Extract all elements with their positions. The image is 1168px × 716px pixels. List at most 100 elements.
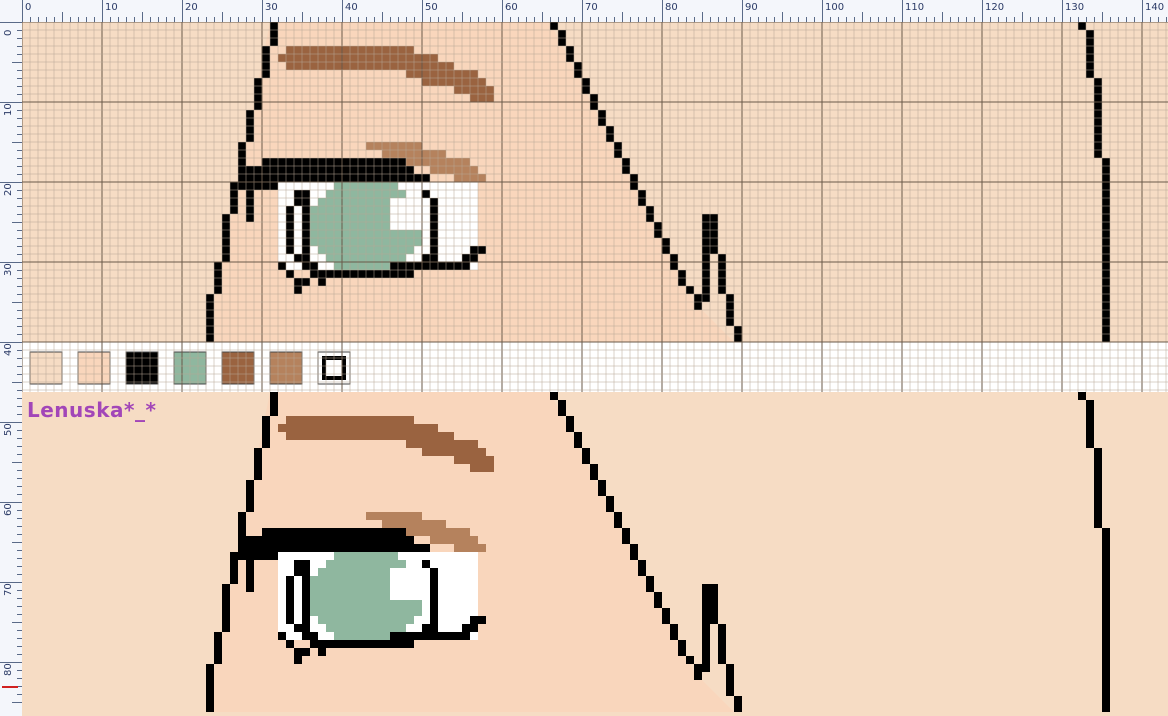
pattern-cell <box>262 46 270 54</box>
pattern-cell <box>414 214 422 222</box>
pattern-cell <box>430 166 438 174</box>
preview-cell <box>334 544 342 552</box>
pattern-cell <box>342 206 350 214</box>
preview-cell <box>734 696 742 704</box>
pattern-cell <box>1086 30 1094 38</box>
pattern-cell <box>318 46 326 54</box>
preview-cell <box>334 424 342 432</box>
preview-cell <box>414 424 422 432</box>
preview-cell <box>294 576 302 584</box>
pattern-grid[interactable] <box>22 22 1168 392</box>
preview-cell <box>1102 544 1110 552</box>
pattern-cell <box>382 270 390 278</box>
pattern-cell <box>302 230 310 238</box>
pattern-grid-canvas[interactable] <box>22 22 1168 392</box>
pattern-cell <box>358 254 366 262</box>
pattern-cell <box>374 62 382 70</box>
pattern-cell <box>294 230 302 238</box>
pattern-cell <box>278 238 286 246</box>
preview-cell <box>414 432 422 440</box>
preview-cell <box>454 536 462 544</box>
pattern-cell <box>358 174 366 182</box>
preview-cell <box>366 592 374 600</box>
preview-cell <box>390 552 398 560</box>
preview-cell <box>646 576 654 584</box>
ruler-major-tick <box>662 0 663 22</box>
pattern-cell <box>702 294 710 302</box>
preview-cell <box>470 632 478 640</box>
pattern-cell <box>406 150 414 158</box>
pattern-cell <box>414 182 422 190</box>
preview-cell <box>270 536 278 544</box>
preview-cell <box>406 624 414 632</box>
pattern-cell <box>318 62 326 70</box>
ruler-major-tick <box>22 0 23 22</box>
preview-cell <box>294 536 302 544</box>
pattern-cell <box>1102 214 1110 222</box>
preview-cell <box>278 576 286 584</box>
preview-cell <box>390 632 398 640</box>
pattern-cell <box>470 246 478 254</box>
pattern-cell <box>1094 142 1102 150</box>
pattern-cell <box>278 190 286 198</box>
preview-cell <box>702 664 710 672</box>
preview-cell <box>294 624 302 632</box>
preview-cell <box>318 600 326 608</box>
pattern-cell <box>358 62 366 70</box>
preview-cell <box>446 432 454 440</box>
preview-cell <box>670 632 678 640</box>
preview-cell <box>398 608 406 616</box>
pattern-cell <box>390 262 398 270</box>
pattern-cell <box>406 222 414 230</box>
preview-cell <box>414 624 422 632</box>
pattern-cell <box>318 174 326 182</box>
pattern-cell <box>286 54 294 62</box>
preview-cell <box>438 600 446 608</box>
pattern-cell <box>366 190 374 198</box>
pattern-cell <box>598 110 606 118</box>
pattern-cell <box>358 238 366 246</box>
preview-cell <box>398 432 406 440</box>
pattern-cell <box>334 246 342 254</box>
pattern-cell <box>422 54 430 62</box>
pattern-cell <box>438 198 446 206</box>
pattern-cell <box>294 46 302 54</box>
pattern-cell <box>422 78 430 86</box>
preview-cell <box>662 616 670 624</box>
pattern-cell <box>350 158 358 166</box>
preview-cell <box>294 656 302 664</box>
pattern-cell <box>1102 198 1110 206</box>
preview-cell <box>1102 552 1110 560</box>
preview-cell <box>398 576 406 584</box>
preview-cell <box>566 416 574 424</box>
pattern-cell <box>710 230 718 238</box>
preview-cell <box>382 560 390 568</box>
preview-cell <box>326 576 334 584</box>
preview-cell <box>398 584 406 592</box>
pattern-cell <box>310 182 318 190</box>
pattern-cell <box>454 262 462 270</box>
preview-cell <box>694 672 702 680</box>
pattern-cell <box>454 230 462 238</box>
pattern-cell <box>462 222 470 230</box>
preview-cell <box>310 616 318 624</box>
preview-cell <box>326 424 334 432</box>
preview-cell <box>390 528 398 536</box>
preview-cell <box>326 416 334 424</box>
preview-cell <box>414 560 422 568</box>
pattern-cell <box>574 70 582 78</box>
pattern-cell <box>470 70 478 78</box>
pattern-cell <box>238 158 246 166</box>
pattern-cell <box>366 230 374 238</box>
preview-cell <box>222 616 230 624</box>
preview-cell <box>326 632 334 640</box>
preview-cell <box>374 616 382 624</box>
preview-cell <box>406 568 414 576</box>
pattern-cell <box>206 318 214 326</box>
pattern-cell <box>222 254 230 262</box>
preview-cell <box>470 560 478 568</box>
pattern-cell <box>1102 278 1110 286</box>
preview-cell <box>262 416 270 424</box>
pattern-cell <box>726 294 734 302</box>
pattern-cell <box>398 238 406 246</box>
